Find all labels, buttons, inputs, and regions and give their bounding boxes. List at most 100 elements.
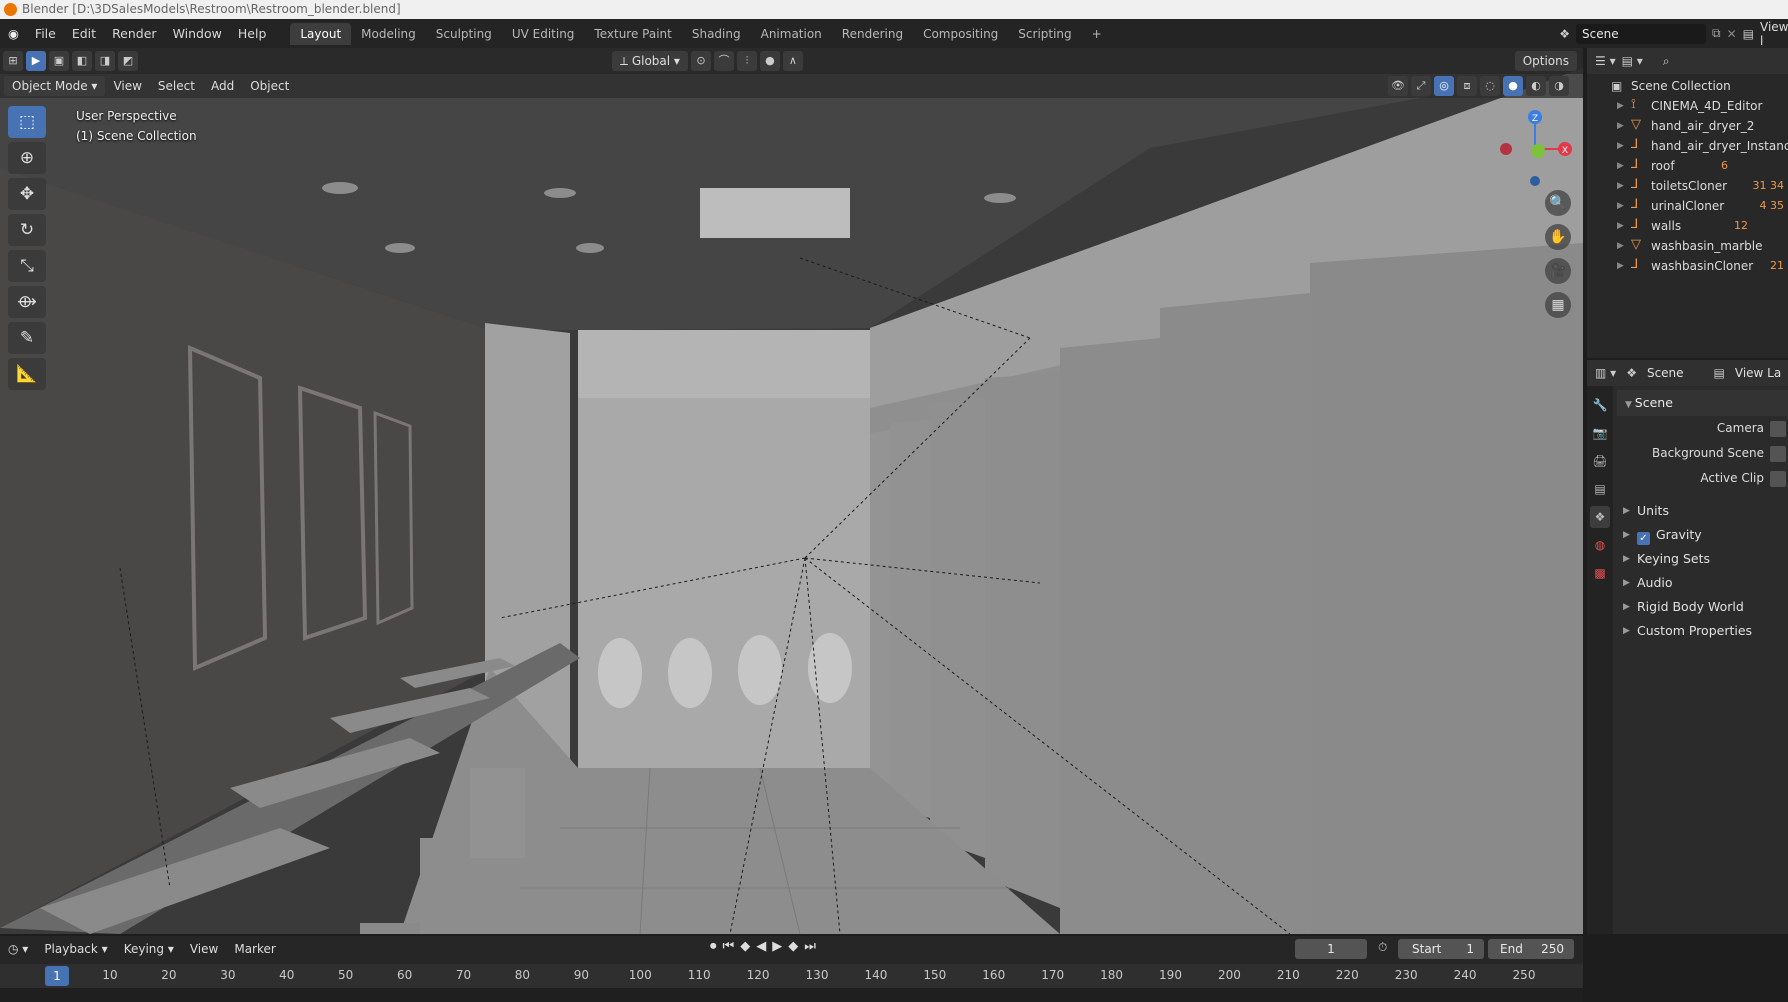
visibility-icon[interactable]: 👁 xyxy=(1388,76,1408,96)
scene-tab-icon[interactable]: ❖ xyxy=(1590,506,1610,528)
keying-menu[interactable]: Keying ▾ xyxy=(116,942,182,956)
options-button[interactable]: Options xyxy=(1514,51,1577,71)
add-workspace-icon[interactable]: + xyxy=(1082,23,1112,45)
menu-window[interactable]: Window xyxy=(165,19,230,48)
select-box-tool-icon[interactable]: ⬚ xyxy=(8,106,46,138)
world-tab-icon[interactable]: ◍ xyxy=(1590,534,1610,556)
overlay-toggle-icon[interactable]: ◎ xyxy=(1434,76,1454,96)
scene-panel-title[interactable]: ▼ Scene xyxy=(1617,390,1788,416)
background-scene-field[interactable] xyxy=(1770,446,1786,462)
rendered-shading-icon[interactable]: ◑ xyxy=(1549,76,1569,96)
pivot-point-icon[interactable]: ⊙ xyxy=(690,51,711,71)
view-layer-icon[interactable]: ▤ xyxy=(1743,27,1754,41)
display-mode-icon[interactable]: ☰ ▾ xyxy=(1595,54,1616,68)
tab-sculpting[interactable]: Sculpting xyxy=(426,23,502,45)
playback-menu[interactable]: Playback ▾ xyxy=(36,942,115,956)
gravity-panel[interactable]: ▶ ✓ Gravity xyxy=(1617,523,1788,547)
timeline-ruler[interactable]: 1 10 20 30 40 50 60 70 80 90 100 110 120 130 140 150 160… xyxy=(0,964,1583,988)
tab-scripting[interactable]: Scripting xyxy=(1008,23,1081,45)
properties-scene-label[interactable]: Scene xyxy=(1647,366,1684,380)
select-new-icon[interactable]: ▣ xyxy=(49,51,69,71)
measure-tool-icon[interactable]: 📐 xyxy=(8,358,46,390)
properties-editor-icon[interactable]: ▥ ▾ xyxy=(1595,366,1616,380)
cursor-tool-icon[interactable]: ⊕ xyxy=(8,142,46,174)
next-keyframe-icon[interactable]: ◆ xyxy=(788,939,798,954)
transform-orientation-dropdown[interactable]: ⟂ Global ▾ xyxy=(612,51,688,71)
jump-start-icon[interactable]: ⏮ xyxy=(723,939,735,954)
outliner-item[interactable]: ▶ ⅃ hand_air_dryer_Instance xyxy=(1587,136,1788,156)
outliner-item[interactable]: ▶ ⅃ washbasinCloner 21 xyxy=(1587,256,1788,276)
units-panel[interactable]: ▶ Units xyxy=(1617,499,1788,523)
texture-tab-icon[interactable]: ▩ xyxy=(1590,562,1610,584)
rotate-tool-icon[interactable]: ↻ xyxy=(8,214,46,246)
tab-layout[interactable]: Layout xyxy=(290,22,352,45)
view-menu[interactable]: View xyxy=(105,79,149,93)
camera-field[interactable] xyxy=(1770,421,1786,437)
play-reverse-icon[interactable]: ◀ xyxy=(756,939,766,954)
wireframe-shading-icon[interactable]: ◌ xyxy=(1480,76,1500,96)
outliner-item[interactable]: ▶ ⟟ CINEMA_4D_Editor xyxy=(1587,96,1788,116)
outliner-item[interactable]: ▶ ▽ washbasin_marble xyxy=(1587,236,1788,256)
outliner-root[interactable]: ▣ Scene Collection xyxy=(1587,76,1788,96)
camera-view-icon[interactable]: 🎥 xyxy=(1545,258,1571,284)
jump-end-icon[interactable]: ⏭ xyxy=(804,939,816,954)
record-icon[interactable]: ⏺ xyxy=(710,939,717,954)
navigation-gizmo[interactable]: Z X xyxy=(1490,104,1580,194)
xray-icon[interactable]: ⧈ xyxy=(1457,76,1477,96)
annotate-tool-icon[interactable]: ✎ xyxy=(8,322,46,354)
move-tool-icon[interactable]: ✥ xyxy=(8,178,46,210)
select-menu[interactable]: Select xyxy=(150,79,203,93)
outliner-item[interactable]: ▶ ⅃ toiletsCloner 31 34 xyxy=(1587,176,1788,196)
camera-row[interactable]: Camera xyxy=(1617,416,1788,441)
outliner-search-icon[interactable]: ⌕ xyxy=(1663,54,1670,69)
view-layer-tab-icon[interactable]: ▤ xyxy=(1590,478,1610,500)
tab-animation[interactable]: Animation xyxy=(751,23,832,45)
output-tab-icon[interactable]: 🖨 xyxy=(1590,450,1610,472)
outliner-item[interactable]: ▶ ⅃ roof 6 xyxy=(1587,156,1788,176)
scale-tool-icon[interactable]: ⤡ xyxy=(8,250,46,282)
view-layer-label[interactable]: View l xyxy=(1760,20,1788,48)
tab-texture-paint[interactable]: Texture Paint xyxy=(584,23,681,45)
active-clip-field[interactable] xyxy=(1770,471,1786,487)
menu-render[interactable]: Render xyxy=(104,19,165,48)
add-menu[interactable]: Add xyxy=(203,79,242,93)
select-invert-icon[interactable]: ◩ xyxy=(118,51,138,71)
3d-viewport[interactable] xyxy=(0,48,1583,934)
background-scene-row[interactable]: Background Scene xyxy=(1617,441,1788,466)
tool-tab-icon[interactable]: 🔧 xyxy=(1590,394,1610,416)
tab-rendering[interactable]: Rendering xyxy=(832,23,913,45)
snap-increment-icon[interactable]: ⫶ xyxy=(736,51,757,71)
snap-icon[interactable]: ⌒ xyxy=(713,51,734,71)
tab-compositing[interactable]: Compositing xyxy=(913,23,1008,45)
keying-sets-panel[interactable]: ▶ Keying Sets xyxy=(1617,547,1788,571)
menu-edit[interactable]: Edit xyxy=(64,19,104,48)
play-icon[interactable]: ▶ xyxy=(772,939,782,954)
tab-uv-editing[interactable]: UV Editing xyxy=(502,23,585,45)
start-frame-field[interactable]: Start 1 xyxy=(1398,939,1484,959)
outliner-item[interactable]: ▶ ⅃ walls 12 xyxy=(1587,216,1788,236)
solid-shading-icon[interactable]: ● xyxy=(1503,76,1523,96)
filter-icon[interactable]: ▤ ▾ xyxy=(1622,54,1643,68)
render-tab-icon[interactable]: 📷 xyxy=(1590,422,1610,444)
pan-hand-icon[interactable]: ✋ xyxy=(1545,224,1571,250)
timeline-track[interactable] xyxy=(0,988,1583,1002)
new-scene-icon[interactable]: ⧉ xyxy=(1712,26,1721,41)
delete-scene-icon[interactable]: ✕ xyxy=(1727,27,1737,41)
tab-shading[interactable]: Shading xyxy=(682,23,751,45)
scene-selector[interactable]: Scene xyxy=(1576,23,1707,44)
active-clip-row[interactable]: Active Clip xyxy=(1617,466,1788,491)
playhead-frame-indicator[interactable]: 1 xyxy=(45,966,69,986)
perspective-grid-icon[interactable]: ▦ xyxy=(1545,292,1571,318)
proportional-edit-icon[interactable]: ● xyxy=(759,51,780,71)
transform-tool-icon[interactable]: ⟴ xyxy=(8,286,46,318)
zoom-icon[interactable]: 🔍 xyxy=(1545,190,1571,216)
custom-properties-panel[interactable]: ▶ Custom Properties xyxy=(1617,619,1788,643)
object-mode-dropdown[interactable]: Object Mode ▾ xyxy=(4,76,106,96)
object-menu[interactable]: Object xyxy=(242,79,297,93)
blender-menu-icon[interactable]: ◉ xyxy=(0,19,27,48)
outliner-item[interactable]: ▶ ⅃ urinalCloner 4 35 xyxy=(1587,196,1788,216)
timeline-editor-icon[interactable]: ◷ ▾ xyxy=(0,942,36,956)
current-frame-field[interactable]: 1 xyxy=(1295,939,1367,959)
scene-icon[interactable]: ❖ xyxy=(1559,27,1570,41)
end-frame-field[interactable]: End 250 xyxy=(1488,939,1574,959)
